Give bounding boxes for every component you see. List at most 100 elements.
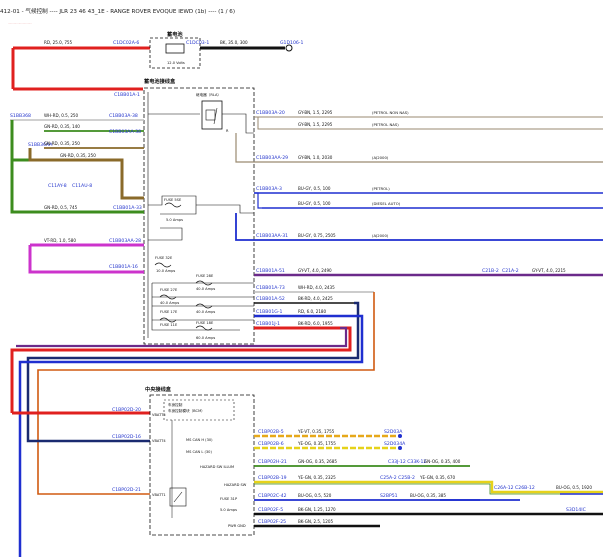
right-wire-11: BK-RD, 6.0, 1955 [298, 321, 333, 326]
cjb-conn-4: C1BP02B-19 [258, 475, 287, 481]
bjb-internal-1 [196, 204, 254, 214]
battery-wire-left-label: RD, 25.0, 755 [44, 40, 73, 45]
right-conn-9: C1BB01A-52 [256, 296, 285, 302]
left-wiring: C1BB01A-1 C1BB03A-38 C1BB03AA-38 C1BB01A… [10, 92, 144, 274]
cjb-section: 中央接线盒 车身控制 车身控制模块（BCM） C1BP02D-20 C1BP02… [112, 385, 255, 536]
right-conn-1: C1BB03A-20 [256, 110, 285, 116]
right-desc-4: (PETROL) [372, 186, 390, 191]
cjb-far-wire-label: BU-OG, 0.5, 1920 [556, 485, 592, 490]
cjb-conn-1: C1BP02B-5 [258, 429, 284, 435]
cjb-wire-6: BK-GN, 1.25, 1270 [298, 507, 336, 512]
cjb-row-4-wire [254, 480, 603, 494]
right-wire-3: GY-BN, 1.0, 2030 [298, 155, 333, 160]
right-wire-7: GY-VT, 4.0, 2490 [298, 268, 332, 273]
cjb-wire-3: GN-OG, 0.35, 2685 [298, 459, 337, 464]
cjb-conn-7: C1BP02F-25 [258, 519, 286, 525]
pin-vbatt4: VBATT4 [152, 439, 166, 443]
right-conn-6: C1BB03AA-31 [256, 233, 288, 239]
battery-wire-right-label: BK, 35.0, 300 [220, 40, 248, 45]
fuse-5se-label: FUSE 5SE [164, 198, 182, 202]
cjb-left-conn-1: C1BP02D-20 [112, 407, 141, 413]
right-desc-6: (AJ2000) [372, 233, 389, 238]
left-conn-5: C1BB03AA-28 [109, 238, 141, 244]
right-conn-11: C1BB01J-1 [256, 321, 280, 327]
right-wire-1: GY-BN, 1.5, 2295 [298, 110, 333, 115]
row-45-join [254, 192, 262, 209]
pin-fuse-rating: 5.0 Amps [220, 508, 237, 512]
bcm-title: 车身控制模块（BCM） [168, 408, 205, 413]
pin-fuse-31p: FUSE 31P [220, 497, 238, 501]
right-wire-5: BU-GY, 0.5, 100 [298, 201, 331, 206]
pin-hazard-sw: HAZARD SW [224, 483, 247, 487]
right-conn-7: C1BB01A-51 [256, 268, 285, 274]
fuse-17e-label: FUSE 17E [160, 310, 178, 314]
left-conn-8: C11AU-8 [72, 183, 92, 189]
relay-coil [205, 109, 216, 121]
cjb-wire2-5: BU-OG, 0.35, 385 [410, 493, 446, 498]
row-11-inner [16, 326, 348, 348]
fuse-17e-rating: 40.0 Amps [196, 310, 215, 314]
battery-cell [165, 43, 185, 54]
relay-note: R [226, 129, 229, 133]
pin-vbatt5: VBATT5 [152, 413, 166, 417]
right-conn-4: C1BB03A-3 [256, 186, 282, 192]
cjb-wire-5: BU-OG, 0.5, 520 [298, 493, 332, 498]
right-wire-10: RD, 6.0, 2180 [298, 309, 327, 314]
cjb-right-rows: C1BP02B-5 C1BP02B-6 C1BP02H-21 C1BP02B-1… [254, 429, 603, 528]
row-6-wire [235, 213, 603, 241]
fuse-32e-rating: 10.0 Amps [156, 269, 175, 273]
fuse-5se-symbol [164, 202, 182, 208]
cjb-conn-6: C1BP02F-5 [258, 507, 283, 513]
pin-ms-can-h: MS CAN H (30) [186, 438, 213, 442]
ground-icon [285, 44, 293, 52]
right-wire-4: BU-GY, 0.5, 100 [298, 186, 331, 191]
left-wire-label-4: GN-RD, 0.35, 250 [60, 153, 96, 158]
cjb-mid-3: C33J-12 C33K-12 [388, 459, 426, 465]
fuse-18e-rating: 60.0 Amps [196, 336, 215, 340]
left-conn-7: C11AY-8 [48, 183, 67, 189]
fuse-11e-label: FUSE 11E [160, 323, 178, 327]
right-conn-8: C1BB01A-73 [256, 285, 285, 291]
cjb-conn-3: C1BP02H-21 [258, 459, 287, 465]
bjb-section: 蓄电池接线盒 继电器（RLA） R FUSE 5SE 5.0 Amps FUSE… [143, 77, 255, 345]
cjb-mid-5: S2BP51 [380, 493, 398, 499]
fuse-18e-symbol [195, 325, 213, 331]
right-desc-3: (AJ2000) [372, 155, 389, 160]
left-conn-2: C1BB03A-38 [109, 113, 138, 119]
bjb-internal-2 [148, 227, 183, 241]
fuse-28e-label: FUSE 28E [196, 274, 214, 278]
left-wire-label-1: WH-RD, 0.5, 250 [44, 113, 79, 118]
right-wire-2: GY-BN, 1.5, 2295 [298, 122, 333, 127]
cjb-mid-4: C25A-2 C25B-2 [380, 475, 415, 481]
far-right-conn-2: C21A-2 [502, 268, 519, 274]
fuse-18e-label: FUSE 18E [196, 321, 214, 325]
cjb-left-conn-2: C1BP02D-16 [112, 434, 141, 440]
cjb-wire-2: YE-OG, 0.35, 1755 [297, 441, 336, 446]
battery-title: 蓄电池 [167, 30, 183, 38]
left-conn-3: C1BB03AA-38 [109, 129, 141, 135]
splice-dot-1 [398, 434, 402, 438]
cjb-far-mid: C26A-12 C26B-12 [494, 485, 535, 491]
cjb-title: 中央接线盒 [145, 385, 172, 393]
fuse-27e-rating: 40.0 Amps [160, 301, 179, 305]
relay-title: 继电器（RLA） [196, 92, 221, 97]
battery-left-conn: C1DC02A-6 [113, 40, 139, 46]
bcm-title-2: 车身控制 [168, 402, 183, 407]
cjb-wire-7: BK-GN, 2.5, 1205 [298, 519, 333, 524]
left-conn-4: C1BB01A-33 [113, 205, 142, 211]
row-12-join [254, 116, 262, 130]
right-wire-6: BU-GY, 0.75, 2505 [298, 233, 336, 238]
pin-pwr-gnd: PWR GND [228, 524, 246, 528]
cjb-wire-4: YE-GN, 0.35, 2325 [297, 475, 336, 480]
splice-dot-2 [398, 446, 402, 450]
cjb-left-conn-3: C1BP02D-21 [112, 487, 141, 493]
pin-vbatt1: VBATT1 [152, 493, 166, 497]
row-3-wire [235, 133, 603, 163]
right-conn-10: C1BB01G-1 [256, 309, 282, 315]
cjb-end-2: S2D034A [384, 441, 406, 447]
left-wire-label-5: GN-RD, 0.5, 745 [44, 205, 78, 210]
cjb-conn-2: C1BP02B-6 [258, 441, 284, 447]
right-desc-5: (DIESEL AUTO) [372, 201, 401, 206]
cjb-conn-5: C1BP02C-42 [258, 493, 287, 499]
battery-volts: 12.0 Volts [167, 61, 185, 65]
